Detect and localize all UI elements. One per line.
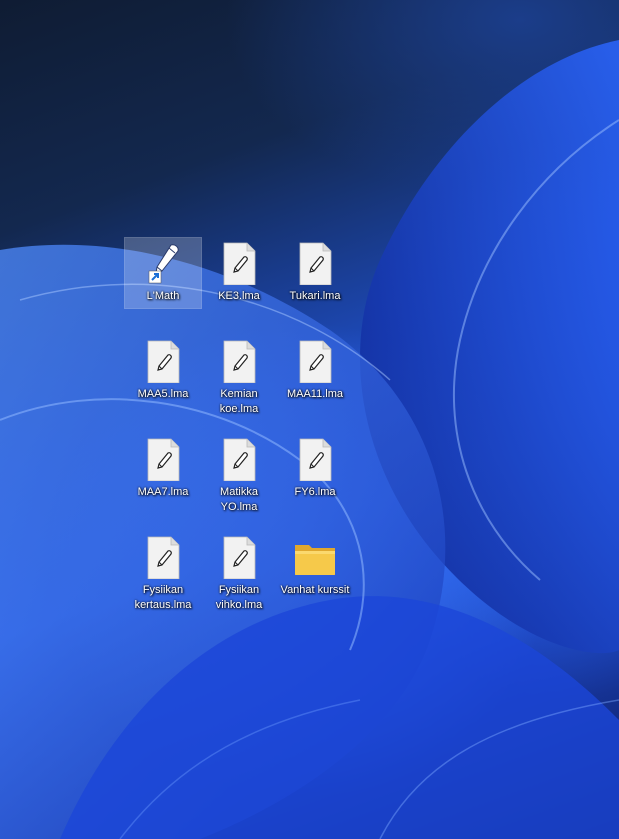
desktop-icon-tukari[interactable]: Tukari.lma [277, 238, 353, 304]
desktop-icon-maa5[interactable]: MAA5.lma [125, 336, 201, 402]
lma-file-icon [293, 339, 337, 384]
icon-label: L'Math [146, 290, 180, 302]
desktop-icon-ke3[interactable]: KE3.lma [201, 238, 277, 304]
icon-label: Kemian koe.lma [219, 388, 259, 415]
icon-label: Fysiikan vihko.lma [215, 584, 263, 611]
icon-label: MAA7.lma [137, 486, 189, 498]
lma-file-icon [217, 535, 261, 580]
desktop-background[interactable]: L'Math KE3.lma Tukari.lma MAA5.lma Kemia… [0, 0, 619, 839]
icon-label: Tukari.lma [289, 290, 341, 302]
desktop-icon-fysiikan-kertaus[interactable]: Fysiikan kertaus.lma [125, 532, 201, 613]
wallpaper-bloom [0, 40, 619, 839]
lmath-app-icon [141, 241, 185, 285]
desktop-icon-vanhat-kurssit[interactable]: Vanhat kurssit [277, 532, 353, 598]
lma-file-icon [141, 437, 185, 482]
desktop-icon-lmath[interactable]: L'Math [124, 237, 202, 309]
icon-label: Fysiikan kertaus.lma [134, 584, 192, 611]
icon-label: Vanhat kurssit [280, 584, 350, 596]
lma-file-icon [217, 339, 261, 384]
desktop-icon-kemian-koe[interactable]: Kemian koe.lma [201, 336, 277, 417]
desktop-icon-fysiikan-vihko[interactable]: Fysiikan vihko.lma [201, 532, 277, 613]
icon-label: Matikka YO.lma [220, 486, 258, 513]
desktop-icon-matikka-yo[interactable]: Matikka YO.lma [201, 434, 277, 515]
icon-label: MAA5.lma [137, 388, 189, 400]
desktop-icon-fy6[interactable]: FY6.lma [277, 434, 353, 500]
lma-file-icon [141, 535, 185, 580]
desktop-icon-maa7[interactable]: MAA7.lma [125, 434, 201, 500]
icon-label: MAA11.lma [286, 388, 344, 400]
lma-file-icon [217, 437, 261, 482]
icon-label: KE3.lma [218, 290, 260, 302]
desktop-icon-maa11[interactable]: MAA11.lma [277, 336, 353, 402]
icon-label: FY6.lma [294, 486, 336, 498]
lma-file-icon [293, 241, 337, 286]
folder-icon [293, 535, 337, 579]
lma-file-icon [293, 437, 337, 482]
lma-file-icon [141, 339, 185, 384]
lma-file-icon [217, 241, 261, 286]
